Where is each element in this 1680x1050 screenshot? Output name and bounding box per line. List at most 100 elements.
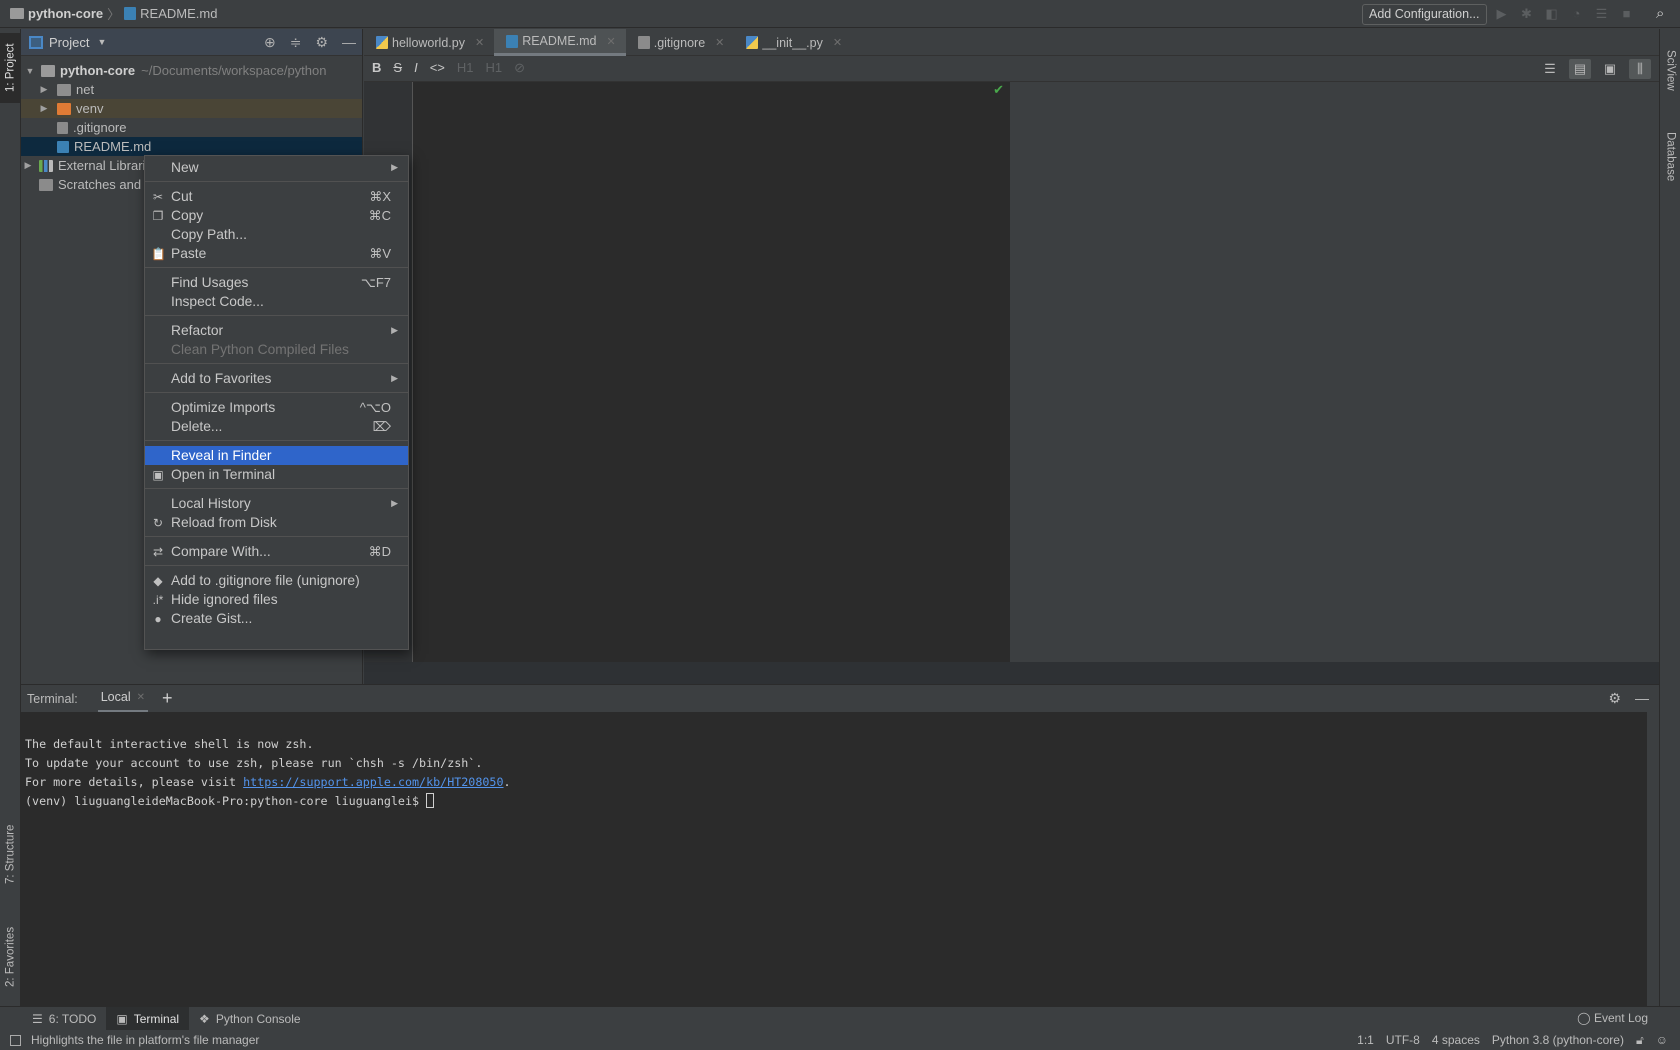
close-icon[interactable]: ✕ [475, 36, 484, 49]
breadcrumb-project[interactable]: python-core [28, 6, 103, 21]
stop-icon[interactable]: ■ [1619, 6, 1634, 21]
header-up-button[interactable]: H1 [457, 60, 474, 76]
italic-button[interactable]: I [414, 60, 418, 76]
menu-item-cut[interactable]: ✂ Cut ⌘X [145, 187, 408, 206]
expand-arrow-icon[interactable]: ▶ [37, 103, 51, 114]
collapse-all-icon[interactable]: ≑ [290, 34, 302, 51]
caret-position[interactable]: 1:1 [1357, 1033, 1374, 1047]
coverage-icon[interactable]: ◧ [1544, 6, 1559, 21]
menu-item-copy[interactable]: ❐ Copy ⌘C [145, 206, 408, 225]
menu-item-optimize-imports[interactable]: Optimize Imports ^⌥O [145, 398, 408, 417]
sciview-tool-tab[interactable]: SciView [1660, 35, 1680, 105]
scroll-sync-icon[interactable]: ⫼ [1629, 59, 1651, 79]
tab-helloworld-py[interactable]: helloworld.py ✕ [364, 29, 494, 56]
terminal-scrollbar[interactable] [1647, 712, 1659, 1006]
status-bar: Highlights the file in platform's file m… [0, 1030, 1680, 1050]
menu-item-create-gist[interactable]: ● Create Gist... [145, 609, 408, 628]
menu-item-refactor[interactable]: Refactor ▶ [145, 321, 408, 340]
gear-icon[interactable]: ⚙ [1608, 690, 1621, 707]
todo-tool-tab[interactable]: ☰ 6: TODO [22, 1007, 106, 1031]
chevron-down-icon[interactable]: ▼ [97, 37, 106, 47]
menu-item-paste[interactable]: 📋 Paste ⌘V [145, 244, 408, 263]
menu-separator [145, 315, 408, 316]
event-log-button[interactable]: ◯ Event Log [1577, 1011, 1648, 1025]
menu-item-reveal-in-finder[interactable]: Reveal in Finder [145, 446, 408, 465]
expand-arrow-icon[interactable]: ▶ [21, 160, 35, 171]
hide-icon[interactable]: — [1635, 690, 1649, 707]
menu-item-shortcut: ⌘D [368, 543, 391, 559]
indent-setting[interactable]: 4 spaces [1432, 1033, 1480, 1047]
menu-item-find-usages[interactable]: Find Usages ⌥F7 [145, 273, 408, 292]
menu-item-open-in-terminal[interactable]: ▣ Open in Terminal [145, 465, 408, 484]
add-configuration-button[interactable]: Add Configuration... [1362, 4, 1487, 25]
close-icon[interactable]: ✕ [137, 692, 145, 703]
locate-icon[interactable]: ⊕ [264, 34, 276, 51]
menu-item-shortcut: ⌘C [368, 207, 391, 223]
menu-item-delete[interactable]: Delete... ⌦ [145, 417, 408, 436]
database-tool-tab[interactable]: Database [1660, 117, 1680, 197]
close-icon[interactable]: ✕ [607, 35, 616, 48]
tree-item-root[interactable]: ▼ python-core ~/Documents/workspace/pyth… [21, 61, 362, 80]
header-down-button[interactable]: H1 [486, 60, 503, 76]
project-tool-tab[interactable]: 1: Project [0, 33, 21, 103]
new-terminal-tab-button[interactable]: + [162, 688, 173, 709]
lock-icon[interactable]: 🔓︎ [1636, 1033, 1644, 1048]
strikethrough-button[interactable]: S [393, 60, 402, 76]
tab-gitignore[interactable]: .gitignore ✕ [626, 29, 735, 56]
close-icon[interactable]: ✕ [833, 36, 842, 49]
tab-readme-md[interactable]: README.md ✕ [494, 29, 626, 56]
concurrency-icon[interactable]: ☰ [1594, 6, 1609, 21]
menu-item-copy-path[interactable]: Copy Path... [145, 225, 408, 244]
menu-item-new[interactable]: New ▶ [145, 158, 408, 177]
menu-separator [145, 392, 408, 393]
terminal-prompt-line: (venv) liuguangleideMacBook-Pro:python-c… [25, 792, 1647, 811]
menu-item-reload-from-disk[interactable]: ↻ Reload from Disk [145, 513, 408, 532]
menu-separator [145, 440, 408, 441]
menu-item-local-history[interactable]: Local History ▶ [145, 494, 408, 513]
link-icon[interactable]: ⊘ [514, 60, 525, 76]
debug-icon[interactable]: ✱ [1519, 6, 1534, 21]
profile-icon[interactable]: ◔ [1569, 6, 1584, 21]
bold-button[interactable]: B [372, 60, 381, 76]
tree-item-venv[interactable]: ▶ venv [21, 99, 362, 118]
editor-only-icon[interactable]: ☰ [1539, 59, 1561, 79]
close-icon[interactable]: ✕ [715, 36, 724, 49]
menu-item-hide-ignored-files[interactable]: .i* Hide ignored files [145, 590, 408, 609]
code-button[interactable]: <> [430, 60, 445, 76]
menu-item-inspect-code[interactable]: Inspect Code... [145, 292, 408, 311]
expand-arrow-icon[interactable]: ▼ [23, 66, 37, 76]
tree-item-gitignore[interactable]: .gitignore [21, 118, 362, 137]
terminal-tab-local[interactable]: Local ✕ [97, 685, 148, 713]
terminal-output[interactable]: The default interactive shell is now zsh… [21, 712, 1647, 1006]
structure-tool-tab[interactable]: 7: Structure [0, 809, 21, 899]
search-icon[interactable]: ⌕ [1656, 5, 1674, 23]
breadcrumb-file[interactable]: README.md [140, 6, 217, 21]
favorites-tool-tab[interactable]: 2: Favorites [0, 909, 21, 1004]
menu-item-clean-python-compiled-files[interactable]: Clean Python Compiled Files [145, 340, 408, 359]
preview-only-icon[interactable]: ▣ [1599, 59, 1621, 79]
tree-item-readme[interactable]: README.md [21, 137, 362, 156]
gear-icon[interactable]: ⚙ [315, 34, 328, 51]
menu-item-add-to-favorites[interactable]: Add to Favorites ▶ [145, 369, 408, 388]
python-console-tool-tab[interactable]: ❖ Python Console [189, 1007, 311, 1031]
project-view-selector[interactable]: Project [49, 35, 89, 50]
tree-item-net[interactable]: ▶ net [21, 80, 362, 99]
expand-arrow-icon[interactable]: ▶ [37, 84, 51, 95]
hide-icon[interactable]: — [342, 34, 356, 51]
menu-item-add-to-gitignore-file-unignore[interactable]: ◆ Add to .gitignore file (unignore) [145, 571, 408, 590]
file-encoding[interactable]: UTF-8 [1386, 1033, 1420, 1047]
markdown-editor[interactable]: ✔ [413, 82, 1010, 662]
run-icon[interactable]: ▶ [1494, 6, 1509, 21]
support-link[interactable]: https://support.apple.com/kb/HT208050 [243, 775, 503, 789]
right-tool-strip: SciView Database [1659, 29, 1680, 1006]
inspector-icon[interactable]: ☺ [1656, 1033, 1668, 1047]
python-interpreter[interactable]: Python 3.8 (python-core) [1492, 1033, 1624, 1047]
menu-item-compare-with[interactable]: ⇄ Compare With... ⌘D [145, 542, 408, 561]
terminal-tool-tab[interactable]: ▣ Terminal [106, 1006, 190, 1031]
markdown-toolbar: B S I <> H1 H1 ⊘ ☰ ▤ ▣ ⫼ [364, 56, 1659, 82]
tab-init-py[interactable]: __init__.py ✕ [734, 29, 852, 56]
menu-item-icon: ↻ [152, 515, 164, 530]
tool-windows-toggle-icon[interactable] [10, 1034, 21, 1046]
menu-item-label: Add to .gitignore file (unignore) [171, 573, 360, 588]
editor-and-preview-icon[interactable]: ▤ [1569, 59, 1591, 79]
